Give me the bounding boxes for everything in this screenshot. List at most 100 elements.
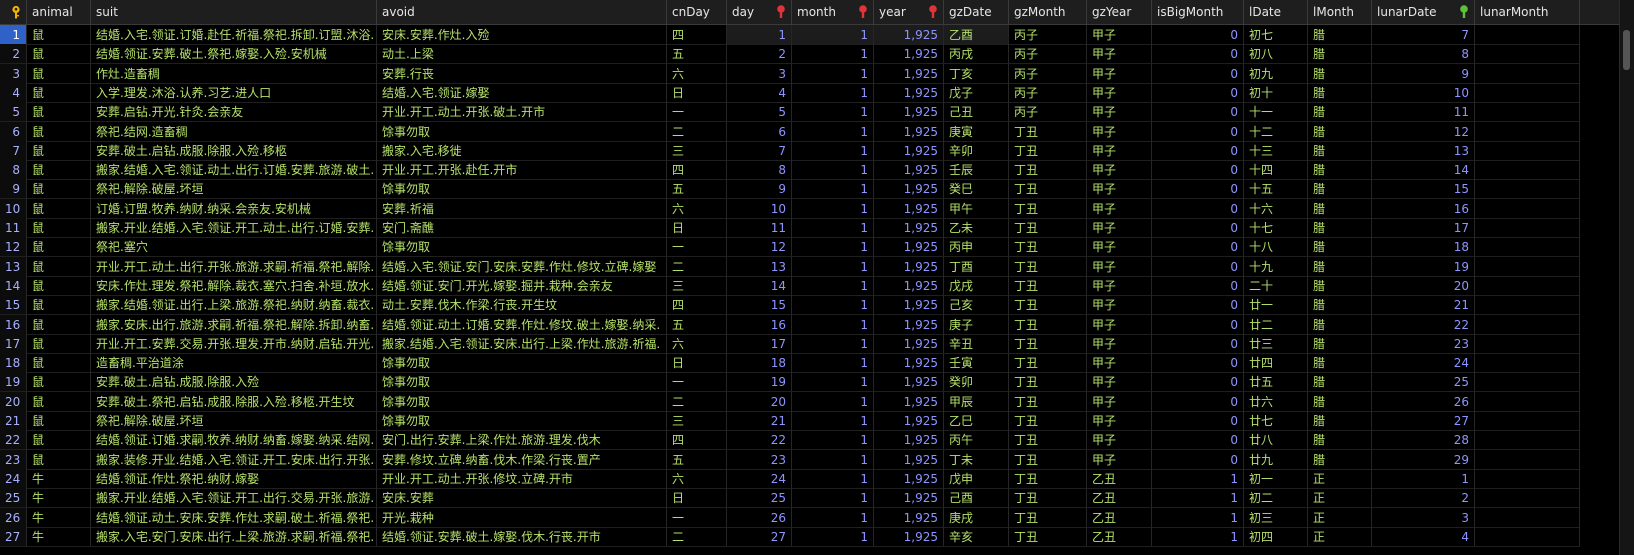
cell-animal[interactable]: 牛 [27,468,91,489]
cell-gzYear[interactable]: 甲子 [1087,218,1152,238]
row-number-cell[interactable]: 16 [0,314,27,335]
cell-lunarMonth[interactable] [1475,82,1580,103]
cell-lDate[interactable]: 廿七 [1244,411,1308,431]
cell-isBigMonth[interactable]: 0 [1152,140,1244,161]
cell-gzMonth[interactable]: 丙子 [1009,102,1087,123]
cell-lDate[interactable]: 十一 [1244,102,1308,123]
cell-avoid[interactable]: 结婚.领证.安葬.破土.嫁娶.伐木.行丧.开市 [377,526,667,547]
cell-day[interactable]: 26 [727,507,792,528]
cell-lDate[interactable]: 十四 [1244,160,1308,181]
cell-gzDate[interactable]: 壬辰 [944,160,1009,181]
cell-animal[interactable]: 鼠 [27,218,91,238]
table-row[interactable]: 6 鼠祭祀.结网.造畜稠 馀事勿取二 6 1 1,925 庚寅 丁丑 甲子 0 十二腊 12 [0,121,1634,142]
table-row[interactable]: 14 鼠安床.作灶.理发.祭祀.解除.裁衣.塞穴.扫舍.补垣.放水. 结婚.领证.安… [0,275,1634,296]
cell-isBigMonth[interactable]: 0 [1152,333,1244,354]
cell-month[interactable]: 1 [792,102,874,123]
cell-avoid[interactable]: 安葬.行丧 [377,63,667,84]
cell-lunarMonth[interactable] [1475,275,1580,296]
cell-month[interactable]: 1 [792,295,874,316]
data-grid[interactable]: animal suit avoid cnDay day month year gzDate gz… [0,0,1634,555]
cell-animal[interactable]: 鼠 [27,102,91,123]
cell-avoid[interactable]: 开业.开工.动土.开张.破土.开市 [377,102,667,123]
table-row[interactable]: 20 鼠安葬.破土.祭祀.启钻.成服.除服.入殓.移柩.开生坟 馀事勿取二 20 1 1,… [0,391,1634,412]
cell-month[interactable]: 1 [792,82,874,103]
cell-lunarDate[interactable]: 27 [1372,411,1475,431]
cell-suit[interactable]: 结婚.领证.动土.安床.安葬.作灶.求嗣.破土.祈福.祭祀. [91,507,377,528]
cell-lunarMonth[interactable] [1475,430,1580,451]
cell-month[interactable]: 1 [792,488,874,509]
cell-day[interactable]: 4 [727,82,792,103]
cell-lMonth[interactable]: 腊 [1308,44,1372,65]
cell-gzYear[interactable]: 甲子 [1087,140,1152,161]
cell-isBigMonth[interactable]: 1 [1152,468,1244,489]
row-number-cell[interactable]: 25 [0,488,27,509]
cell-gzYear[interactable]: 甲子 [1087,256,1152,277]
cell-gzYear[interactable]: 甲子 [1087,449,1152,470]
cell-lunarDate[interactable]: 10 [1372,82,1475,103]
cell-animal[interactable]: 鼠 [27,82,91,103]
cell-lMonth[interactable]: 腊 [1308,275,1372,296]
cell-gzDate[interactable]: 戊戌 [944,275,1009,296]
cell-year[interactable]: 1,925 [874,295,944,316]
cell-lunarDate[interactable]: 24 [1372,353,1475,374]
cell-month[interactable]: 1 [792,333,874,354]
cell-gzYear[interactable]: 甲子 [1087,430,1152,451]
cell-lDate[interactable]: 廿九 [1244,449,1308,470]
table-row[interactable]: 3 鼠作灶.造畜稠 安葬.行丧六 3 1 1,925 丁亥 丙子 甲子 0 初九腊 9 [0,63,1634,84]
cell-gzDate[interactable]: 癸卯 [944,372,1009,393]
cell-cnDay[interactable]: 一 [667,237,727,258]
cell-month[interactable]: 1 [792,218,874,238]
cell-month[interactable]: 1 [792,507,874,528]
table-row[interactable]: 4 鼠入学.理发.沐浴.认养.习艺.进人口 结婚.入宅.领证.嫁娶日 4 1 1,925 戊… [0,82,1634,103]
cell-avoid[interactable]: 馀事勿取 [377,411,667,431]
cell-year[interactable]: 1,925 [874,198,944,219]
cell-avoid[interactable]: 开业.开工.动土.开张.修坟.立碑.开市 [377,468,667,489]
cell-cnDay[interactable]: 二 [667,121,727,142]
cell-gzDate[interactable]: 辛卯 [944,140,1009,161]
cell-day[interactable]: 24 [727,468,792,489]
cell-gzYear[interactable]: 乙丑 [1087,468,1152,489]
cell-lunarMonth[interactable] [1475,411,1580,431]
cell-suit[interactable]: 结婚.领证.订婚.求嗣.牧养.纳财.纳畜.嫁娶.纳采.结网. [91,430,377,451]
cell-day[interactable]: 15 [727,295,792,316]
cell-animal[interactable]: 鼠 [27,411,91,431]
cell-day[interactable]: 10 [727,198,792,219]
cell-lDate[interactable]: 二十 [1244,275,1308,296]
cell-avoid[interactable]: 馀事勿取 [377,353,667,374]
table-row[interactable]: 2 鼠结婚.领证.安葬.破土.祭祀.嫁娶.入殓.安机械 动土.上梁五 2 1 1,925 丙… [0,44,1634,65]
cell-year[interactable]: 1,925 [874,430,944,451]
cell-lDate[interactable]: 十三 [1244,140,1308,161]
table-row[interactable]: 21 鼠祭祀.解除.破屋.坏垣 馀事勿取三 21 1 1,925 乙巳 丁丑 甲子 0 廿七腊 27 [0,411,1634,431]
cell-lunarDate[interactable]: 16 [1372,198,1475,219]
cell-lMonth[interactable]: 腊 [1308,218,1372,238]
row-number-cell[interactable]: 20 [0,391,27,412]
cell-lMonth[interactable]: 腊 [1308,160,1372,181]
cell-lunarDate[interactable]: 4 [1372,526,1475,547]
row-number-cell[interactable]: 5 [0,102,27,123]
cell-gzDate[interactable]: 辛丑 [944,333,1009,354]
cell-gzDate[interactable]: 辛亥 [944,526,1009,547]
cell-lDate[interactable]: 初一 [1244,468,1308,489]
cell-animal[interactable]: 鼠 [27,121,91,142]
cell-animal[interactable]: 鼠 [27,63,91,84]
cell-suit[interactable]: 开业.开工.安葬.交易.开张.理发.开市.纳财.启钻.开光. [91,333,377,354]
cell-lDate[interactable]: 初二 [1244,488,1308,509]
cell-day[interactable]: 27 [727,526,792,547]
cell-month[interactable]: 1 [792,25,874,45]
row-number-cell[interactable]: 9 [0,179,27,200]
cell-lMonth[interactable]: 腊 [1308,333,1372,354]
cell-lunarMonth[interactable] [1475,449,1580,470]
cell-lDate[interactable]: 十二 [1244,121,1308,142]
cell-gzMonth[interactable]: 丁丑 [1009,372,1087,393]
cell-lunarMonth[interactable] [1475,218,1580,238]
cell-lDate[interactable]: 廿二 [1244,314,1308,335]
cell-lunarDate[interactable]: 15 [1372,179,1475,200]
cell-lDate[interactable]: 廿六 [1244,391,1308,412]
cell-cnDay[interactable]: 一 [667,372,727,393]
cell-lunarMonth[interactable] [1475,333,1580,354]
cell-lMonth[interactable]: 腊 [1308,411,1372,431]
cell-avoid[interactable]: 搬家.结婚.入宅.领证.安床.出行.上梁.作灶.旅游.祈福. [377,333,667,354]
cell-avoid[interactable]: 结婚.领证.安门.开光.嫁娶.掘井.栽种.会亲友 [377,275,667,296]
cell-suit[interactable]: 入学.理发.沐浴.认养.习艺.进人口 [91,82,377,103]
cell-gzDate[interactable]: 丙戌 [944,44,1009,65]
